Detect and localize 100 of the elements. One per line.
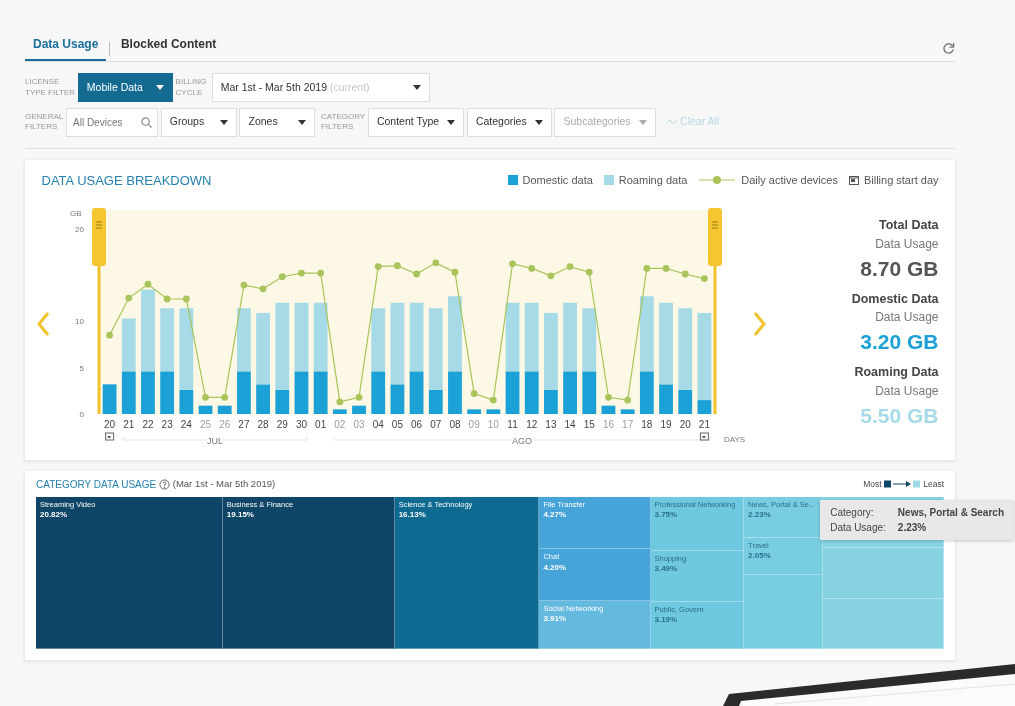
legend-swatch-icon	[507, 175, 518, 186]
stat-title: Roaming Data	[853, 364, 939, 382]
bar	[486, 408, 501, 414]
data-point	[317, 269, 325, 276]
month-label: JUL	[207, 435, 224, 446]
data-point	[125, 294, 133, 301]
tick-label: 5	[79, 363, 84, 373]
day-label: 20	[679, 418, 691, 430]
search-field[interactable]: All Devices	[66, 107, 158, 137]
data-point	[451, 268, 459, 276]
data-point	[605, 393, 612, 401]
day-label: 12	[526, 418, 538, 430]
filter-label: CATEGORY FILTERS	[321, 111, 366, 133]
data-point	[547, 271, 555, 279]
data-point	[163, 295, 171, 302]
bar	[352, 405, 366, 414]
dropdown[interactable]: Categories	[466, 107, 552, 137]
bar	[217, 405, 232, 414]
data-point	[278, 272, 286, 280]
previous-arrow[interactable]	[36, 310, 50, 337]
legend-item: Daily active devices	[698, 172, 838, 189]
data-point	[336, 398, 344, 405]
caret-icon	[412, 85, 421, 90]
range-handle[interactable]	[92, 207, 106, 414]
data-point	[643, 264, 651, 272]
bar	[601, 405, 616, 414]
tick-label: 10	[75, 316, 84, 326]
caret-icon	[638, 119, 647, 125]
stat-subtitle: Data Usage	[874, 383, 939, 401]
day-label: 27	[238, 418, 250, 430]
day-label: 08	[449, 418, 461, 430]
section-title: CATEGORY DATA USAGE	[36, 477, 157, 492]
caret-icon	[155, 85, 164, 90]
scale-arrow-icon	[884, 480, 921, 489]
day-label: 24	[180, 418, 192, 430]
day-label: 03	[353, 418, 365, 430]
day-label: 30	[295, 418, 308, 430]
treemap-cell[interactable]	[744, 575, 823, 650]
calendar-icon	[848, 175, 859, 186]
data-point	[298, 269, 305, 276]
day-label: 19	[660, 418, 672, 430]
day-label: 15	[583, 418, 595, 430]
axis-label: GB	[70, 208, 82, 218]
data-point	[470, 389, 478, 397]
dropdown[interactable]: Zones	[239, 107, 316, 137]
day-label: 25	[199, 418, 212, 430]
day-label: 22	[142, 418, 154, 430]
treemap-cell[interactable]	[822, 547, 944, 599]
data-point	[489, 396, 497, 403]
data-point	[259, 284, 267, 292]
range-handle[interactable]	[708, 207, 722, 414]
help-icon[interactable]	[158, 478, 170, 490]
data-point	[701, 274, 708, 282]
data-point	[240, 281, 248, 288]
calendar-icon	[699, 432, 709, 440]
day-label: 10	[487, 418, 499, 430]
filter-label: LICENSE TYPE FILTER	[25, 77, 76, 98]
month-label: AGO	[512, 435, 533, 446]
day-label: 21	[123, 418, 135, 430]
bar	[467, 408, 482, 414]
stat-subtitle: Data Usage	[874, 235, 939, 253]
dropdown[interactable]: Groups	[160, 107, 237, 137]
data-point	[528, 264, 536, 272]
bar	[332, 408, 347, 414]
day-label: 09	[468, 418, 480, 430]
legend-label: Least	[923, 477, 944, 491]
data-point	[355, 393, 363, 401]
stat-value: 3.20 GB	[859, 329, 939, 356]
stat-title: Total Data	[878, 216, 939, 234]
axis-label: DAYS	[724, 434, 746, 444]
day-label: 29	[276, 418, 288, 430]
stat-value: 5.50 GB	[859, 403, 939, 430]
caret-icon	[534, 119, 543, 125]
period-label: (Mar 1st - Mar 5th 2019)	[172, 477, 276, 492]
data-point	[413, 270, 420, 277]
next-arrow[interactable]	[752, 310, 767, 337]
tab[interactable]: Data Usage	[25, 29, 107, 61]
day-label: 06	[411, 418, 423, 430]
tab[interactable]: Blocked Content	[112, 29, 225, 61]
clear-icon	[667, 119, 678, 125]
filter-label: GENERAL FILTERS	[25, 111, 64, 133]
dropdown-value: Mar 1st - Mar 5th 2019	[220, 80, 327, 93]
data-point	[394, 261, 401, 269]
data-point	[202, 393, 209, 401]
data-point	[432, 258, 440, 266]
day-label: 05	[391, 418, 403, 430]
tick-label: 0	[79, 409, 84, 419]
dropdown[interactable]: Content Type	[367, 107, 465, 137]
tick-label: 20	[75, 224, 84, 234]
day-label: 26	[219, 418, 231, 430]
stat-subtitle: Data Usage	[874, 309, 939, 327]
dropdown[interactable]: Mobile Data	[77, 73, 173, 102]
data-point	[662, 264, 670, 272]
line-marker-icon	[698, 175, 737, 186]
day-label: 16	[602, 418, 615, 430]
treemap-cell[interactable]	[822, 598, 944, 650]
calendar-icon	[105, 432, 115, 440]
data-point	[182, 295, 190, 302]
stat-value: 8.70 GB	[859, 255, 939, 282]
data-point	[106, 331, 113, 339]
